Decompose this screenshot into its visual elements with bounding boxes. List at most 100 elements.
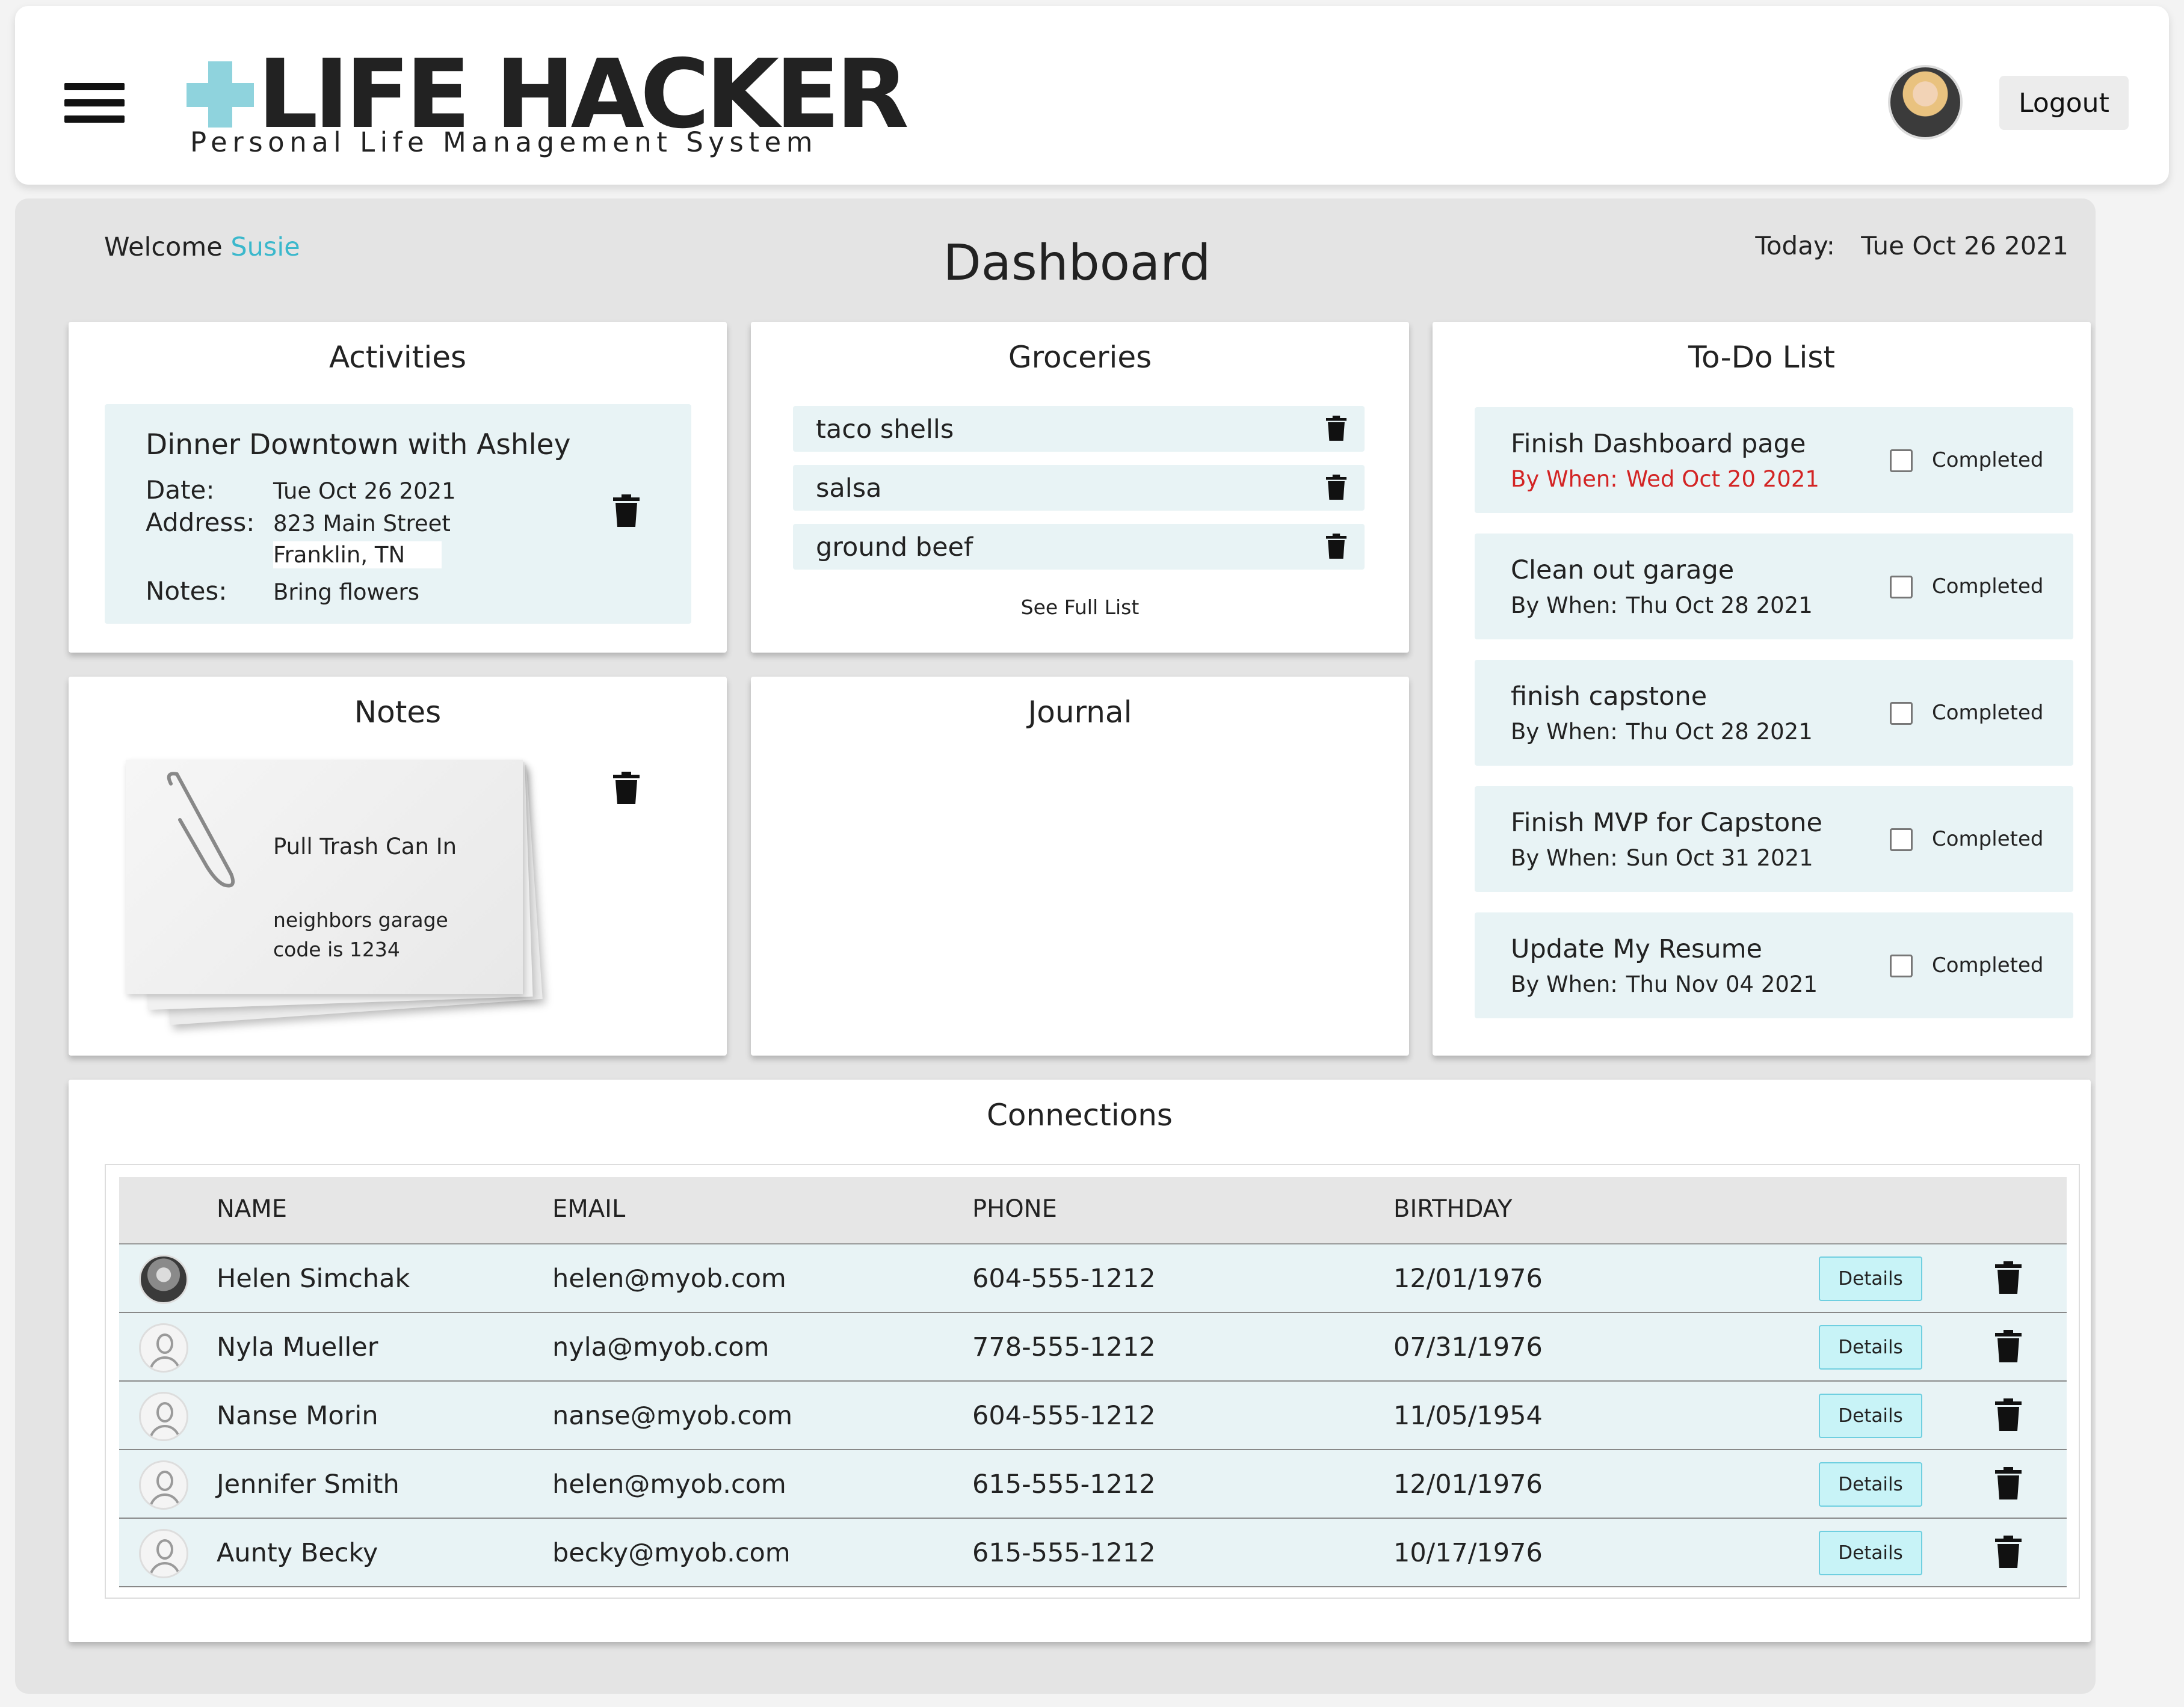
logo-subtitle: Personal Life Management System <box>190 126 818 158</box>
contact-email: becky@myob.com <box>552 1538 791 1568</box>
see-full-list-link[interactable]: See Full List <box>751 595 1409 619</box>
todo-completed-label: Completed <box>1932 701 2044 725</box>
todo-due-label: By When: <box>1511 592 1618 618</box>
todo-item-due: By When: Thu Oct 28 2021 <box>1511 592 1813 618</box>
contact-avatar <box>139 1323 188 1373</box>
grocery-trash-icon[interactable] <box>1326 534 1346 559</box>
grocery-item-label: taco shells <box>816 414 954 444</box>
contact-name: Nanse Morin <box>217 1401 378 1431</box>
todo-item-due: By When: Thu Oct 28 2021 <box>1511 719 1813 745</box>
hamburger-menu-icon[interactable] <box>64 83 125 123</box>
todo-due-date: Thu Oct 28 2021 <box>1626 592 1813 618</box>
note-card[interactable]: Pull Trash Can In neighbors garage code … <box>126 760 547 1026</box>
details-button[interactable]: Details <box>1819 1394 1922 1438</box>
todo-due-label: By When: <box>1511 845 1618 871</box>
activity-item[interactable]: Dinner Downtown with Ashley Date: Tue Oct… <box>105 404 691 624</box>
contact-phone: 604-555-1212 <box>972 1401 1156 1431</box>
table-row: Nanse Morin nanse@myob.com 604-555-1212 11/… <box>119 1382 2067 1450</box>
todo-item-title: Finish Dashboard page <box>1511 429 1806 459</box>
table-header: NAME EMAIL PHONE BIRTHDAY <box>119 1177 2067 1244</box>
contact-name: Nyla Mueller <box>217 1332 378 1362</box>
todo-item-due: By When: Wed Oct 20 2021 <box>1511 466 1819 492</box>
todo-item[interactable]: Finish Dashboard page By When: Wed Oct 20 … <box>1475 407 2073 513</box>
app-logo[interactable]: LIFE HACKER Personal Life Management Sys… <box>187 43 909 164</box>
grocery-item[interactable]: taco shells <box>793 406 1365 452</box>
contact-trash-icon[interactable] <box>1995 1536 2022 1568</box>
top-header: LIFE HACKER Personal Life Management Sys… <box>15 6 2169 185</box>
column-header-birthday: BIRTHDAY <box>1393 1195 1513 1223</box>
contact-birthday: 07/31/1976 <box>1393 1332 1543 1362</box>
details-button[interactable]: Details <box>1819 1462 1922 1507</box>
activity-notes-row: Notes: Bring flowers <box>146 576 419 606</box>
grocery-item[interactable]: ground beef <box>793 524 1365 570</box>
logo-cross-icon <box>187 61 254 128</box>
todo-title: To-Do List <box>1688 340 1835 375</box>
todo-due-date: Sun Oct 31 2021 <box>1626 845 1813 871</box>
todo-completed-checkbox[interactable] <box>1890 449 1913 472</box>
connections-title: Connections <box>987 1098 1173 1133</box>
contact-phone: 604-555-1212 <box>972 1264 1156 1294</box>
todo-completed-label: Completed <box>1932 448 2044 472</box>
contact-avatar <box>139 1529 188 1578</box>
todo-due-date: Thu Oct 28 2021 <box>1626 719 1813 745</box>
today-label: Today: <box>1755 231 1835 260</box>
todo-completed-checkbox[interactable] <box>1890 576 1913 598</box>
todo-completed-checkbox[interactable] <box>1890 828 1913 851</box>
activity-date-row: Date: Tue Oct 26 2021 <box>146 475 456 505</box>
contact-avatar <box>139 1255 188 1304</box>
todo-completed-label: Completed <box>1932 953 2044 977</box>
contact-trash-icon[interactable] <box>1995 1398 2022 1431</box>
activity-date: Tue Oct 26 2021 <box>273 478 456 504</box>
connections-table-frame: NAME EMAIL PHONE BIRTHDAY Helen Simchak h… <box>105 1164 2080 1599</box>
details-button[interactable]: Details <box>1819 1256 1922 1301</box>
todo-completed-checkbox[interactable] <box>1890 955 1913 977</box>
todo-item[interactable]: finish capstone By When: Thu Oct 28 2021 Co… <box>1475 660 2073 766</box>
table-row: Jennifer Smith helen@myob.com 615-555-1212… <box>119 1450 2067 1519</box>
table-row: Nyla Mueller nyla@myob.com 778-555-1212 07/… <box>119 1313 2067 1382</box>
groceries-title: Groceries <box>1008 340 1152 375</box>
todo-due-label: By When: <box>1511 466 1618 492</box>
activity-name: Dinner Downtown with Ashley <box>146 428 571 461</box>
todo-item-title: Finish MVP for Capstone <box>1511 808 1822 838</box>
today-value: Tue Oct 26 2021 <box>1861 231 2068 260</box>
contact-email: nyla@myob.com <box>552 1332 770 1362</box>
connections-card: Connections NAME EMAIL PHONE BIRTHDAY He… <box>69 1080 2091 1642</box>
note-title: Pull Trash Can In <box>273 834 457 860</box>
today-date: Today: Tue Oct 26 2021 <box>1755 231 2068 260</box>
details-button[interactable]: Details <box>1819 1325 1922 1370</box>
user-avatar[interactable] <box>1888 65 1963 140</box>
contact-trash-icon[interactable] <box>1995 1467 2022 1499</box>
activity-address-label: Address: <box>146 508 255 537</box>
grocery-trash-icon[interactable] <box>1326 475 1346 500</box>
dashboard-main: Welcome Susie Dashboard Today: Tue Oct 2… <box>15 198 2096 1694</box>
grocery-item-label: ground beef <box>816 532 973 562</box>
todo-item[interactable]: Finish MVP for Capstone By When: Sun Oct 3… <box>1475 786 2073 892</box>
grocery-trash-icon[interactable] <box>1326 416 1346 441</box>
todo-due-label: By When: <box>1511 719 1618 745</box>
logout-button[interactable]: Logout <box>1999 76 2129 130</box>
todo-item[interactable]: Clean out garage By When: Thu Oct 28 2021 C… <box>1475 534 2073 639</box>
todo-due-label: By When: <box>1511 971 1618 997</box>
todo-item-title: finish capstone <box>1511 681 1707 712</box>
grocery-item[interactable]: salsa <box>793 465 1365 511</box>
contact-trash-icon[interactable] <box>1995 1261 2022 1294</box>
note-trash-icon[interactable] <box>613 772 640 804</box>
activity-trash-icon[interactable] <box>613 494 640 527</box>
journal-card: Journal <box>751 677 1409 1056</box>
notes-card: Notes Pull Trash Can In neighbors garage… <box>69 677 727 1056</box>
todo-item[interactable]: Update My Resume By When: Thu Nov 04 2021 C… <box>1475 912 2073 1018</box>
activity-date-label: Date: <box>146 475 215 505</box>
contact-trash-icon[interactable] <box>1995 1330 2022 1362</box>
todo-card: To-Do List Finish Dashboard page By When:… <box>1433 322 2091 1056</box>
table-row: Helen Simchak helen@myob.com 604-555-1212 1… <box>119 1244 2067 1313</box>
journal-title: Journal <box>1028 695 1132 730</box>
contact-phone: 615-555-1212 <box>972 1469 1156 1499</box>
todo-completed-label: Completed <box>1932 574 2044 598</box>
details-button[interactable]: Details <box>1819 1531 1922 1575</box>
contact-name: Helen Simchak <box>217 1264 410 1294</box>
todo-due-date: Thu Nov 04 2021 <box>1626 971 1818 997</box>
table-row: Aunty Becky becky@myob.com 615-555-1212 10/… <box>119 1519 2067 1587</box>
todo-completed-checkbox[interactable] <box>1890 702 1913 725</box>
activity-address-line1: 823 Main Street <box>273 511 451 537</box>
activity-address-line2: Franklin, TN <box>273 541 442 568</box>
